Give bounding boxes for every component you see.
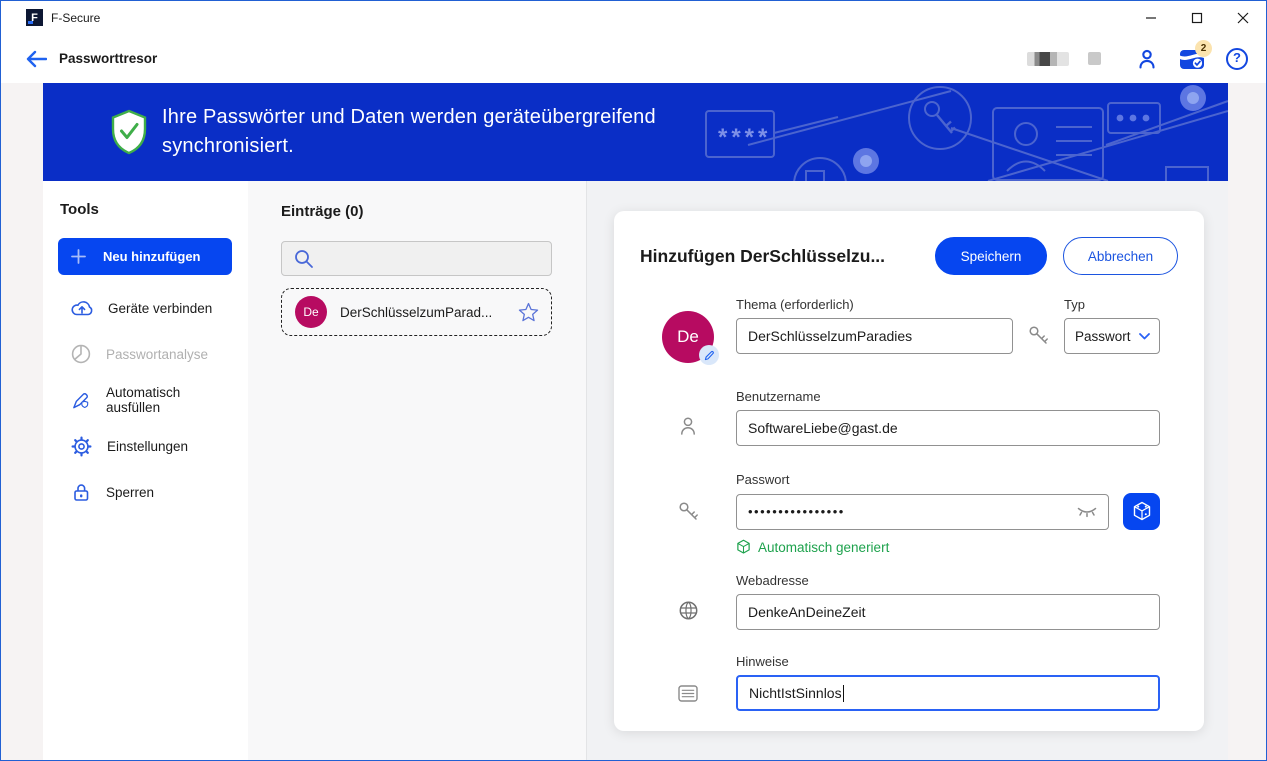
generate-password-button[interactable]: [1123, 493, 1160, 530]
person-icon: [1136, 48, 1158, 70]
thema-input[interactable]: DerSchlüsselzumParadies: [736, 318, 1013, 354]
analysis-pie-icon: [71, 344, 91, 364]
sidebar-item-autofill[interactable]: Automatisch ausfüllen: [58, 377, 232, 423]
hinweise-input[interactable]: NichtIstSinnlos: [736, 675, 1160, 711]
tools-sidebar: Tools Neu hinzufügen Geräte verbinden: [43, 181, 248, 760]
password-key-icon: [677, 500, 700, 523]
minimize-icon: [1145, 12, 1157, 24]
row-thema: De Thema (erforderlich): [640, 297, 1178, 363]
entry-label: DerSchlüsselzumParad...: [340, 305, 518, 320]
redacted-block-small: [1088, 52, 1101, 65]
save-button[interactable]: Speichern: [935, 237, 1047, 275]
entry-avatar-large: De: [662, 311, 714, 363]
generated-dice-icon: [736, 539, 751, 555]
close-button[interactable]: [1220, 1, 1266, 34]
globe-icon: [678, 600, 699, 621]
eye-closed-icon: [1076, 504, 1098, 519]
plus-icon: [71, 249, 86, 264]
cancel-button[interactable]: Abbrechen: [1063, 237, 1178, 275]
row-hinweise: Hinweise NichtIstSinnlos: [640, 654, 1178, 711]
autofill-pen-icon: [71, 390, 91, 411]
passwort-label: Passwort: [736, 472, 1160, 487]
close-icon: [1237, 12, 1249, 24]
row-passwort: Passwort ••••••••••••••••: [640, 472, 1178, 555]
username-person-icon: [677, 415, 699, 437]
notification-badge: 2: [1195, 40, 1212, 57]
entries-heading: Einträge (0): [281, 203, 552, 220]
titlebar: F F-Secure: [1, 1, 1266, 34]
redacted-block: [1027, 52, 1069, 66]
webadresse-label: Webadresse: [736, 573, 1160, 588]
maximize-button[interactable]: [1174, 1, 1220, 34]
benutzername-input[interactable]: SoftwareLiebe@gast.de: [736, 410, 1160, 446]
row-benutzername: Benutzername SoftwareLiebe@gast.de: [640, 389, 1178, 446]
app-window: F F-Secure Passworttresor: [0, 0, 1267, 761]
star-icon: [518, 302, 539, 322]
sync-banner: **** Ihre Passwörter und Daten werden ge…: [43, 83, 1228, 181]
back-button[interactable]: [19, 42, 53, 76]
card-title: Hinzufügen DerSchlüsselzu...: [640, 246, 935, 267]
sidebar-item-settings[interactable]: Einstellungen: [58, 423, 232, 469]
thema-label: Thema (erforderlich): [736, 297, 1013, 312]
sidebar-item-lock[interactable]: Sperren: [58, 469, 232, 515]
gear-icon: [71, 436, 92, 457]
shield-check-icon: [109, 109, 149, 155]
benutzername-label: Benutzername: [736, 389, 1160, 404]
minimize-button[interactable]: [1128, 1, 1174, 34]
key-type-icon: [1027, 324, 1050, 354]
entries-panel: Einträge (0) De DerSchlüsselzumParad...: [248, 181, 586, 760]
fsecure-logo-icon: F: [26, 9, 43, 26]
show-password-button[interactable]: [1076, 504, 1098, 519]
typ-label: Typ: [1064, 297, 1160, 312]
webadresse-input[interactable]: DenkeAnDeineZeit: [736, 594, 1160, 630]
cloud-upload-icon: [71, 299, 93, 317]
app-header: Passworttresor 2: [1, 34, 1266, 83]
pencil-icon: [704, 350, 715, 361]
passwort-input[interactable]: ••••••••••••••••: [736, 494, 1109, 530]
hinweise-label: Hinweise: [736, 654, 1160, 669]
detail-panel: Hinzufügen DerSchlüsselzu... Speichern A…: [586, 181, 1228, 760]
entry-edit-card: Hinzufügen DerSchlüsselzu... Speichern A…: [614, 211, 1204, 731]
lock-icon: [71, 482, 91, 503]
vault-status-button[interactable]: 2: [1179, 46, 1205, 72]
back-arrow-icon: [25, 50, 47, 68]
dice-icon: [1132, 501, 1152, 522]
content-area: **** Ihre Passwörter und Daten werden ge…: [1, 83, 1266, 760]
maximize-icon: [1191, 12, 1203, 24]
help-button[interactable]: ?: [1224, 46, 1250, 72]
sidebar-item-password-analysis[interactable]: Passwortanalyse: [58, 331, 232, 377]
account-button[interactable]: [1134, 46, 1160, 72]
edit-avatar-button[interactable]: [699, 345, 719, 365]
favorite-star-button[interactable]: [518, 302, 539, 322]
app-name: F-Secure: [51, 11, 100, 25]
card-header: Hinzufügen DerSchlüsselzu... Speichern A…: [640, 237, 1178, 275]
auto-generated-note: Automatisch generiert: [736, 539, 1160, 555]
chevron-down-icon: [1139, 333, 1150, 340]
banner-message: Ihre Passwörter und Daten werden geräteü…: [162, 103, 732, 161]
tools-heading: Tools: [60, 201, 232, 218]
window-controls: [1128, 1, 1266, 34]
search-input[interactable]: [281, 241, 552, 276]
entry-list-item[interactable]: De DerSchlüsselzumParad...: [281, 288, 552, 336]
search-icon: [293, 248, 314, 269]
text-caret: [843, 685, 844, 702]
row-webadresse: Webadresse DenkeAnDeineZeit: [640, 573, 1178, 630]
header-actions: 2 ?: [1027, 46, 1250, 72]
typ-select[interactable]: Passwort: [1064, 318, 1160, 354]
page-title: Passworttresor: [59, 51, 157, 66]
add-new-button[interactable]: Neu hinzufügen: [58, 238, 232, 275]
notes-icon: [678, 685, 698, 702]
entry-avatar: De: [295, 296, 327, 328]
sidebar-item-connect-devices[interactable]: Geräte verbinden: [58, 285, 232, 331]
